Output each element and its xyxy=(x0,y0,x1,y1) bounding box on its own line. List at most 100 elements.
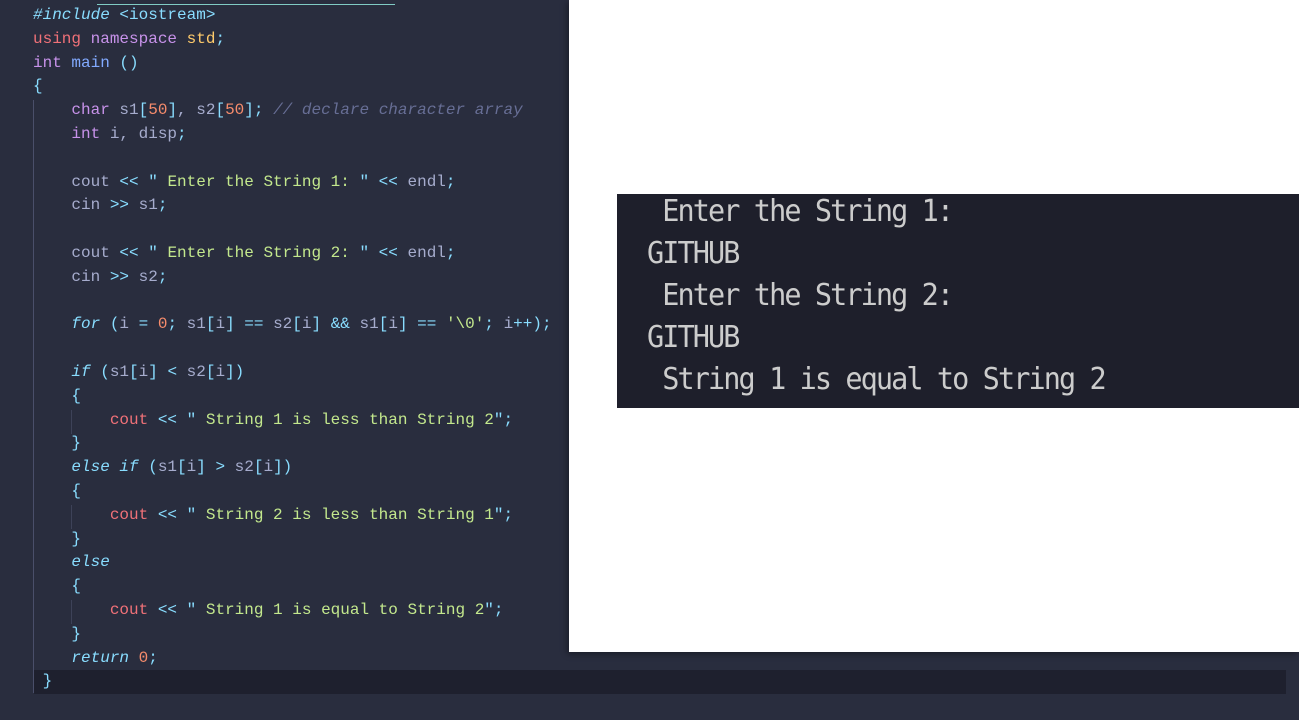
code-token: ( xyxy=(100,362,110,381)
code-line[interactable]: cout << " String 1 is less than String 2… xyxy=(33,409,552,433)
code-line[interactable]: { xyxy=(33,75,552,99)
code-token: 0 xyxy=(157,315,168,334)
code-line[interactable]: cout << " Enter the String 2: " << endl; xyxy=(33,242,552,266)
code-token: [ xyxy=(292,315,302,334)
code-line[interactable]: int main () xyxy=(33,52,552,76)
code-token: << xyxy=(157,505,187,524)
code-line[interactable] xyxy=(33,290,552,314)
code-token: endl xyxy=(407,172,446,191)
code-line[interactable]: } xyxy=(33,432,552,456)
code-token: i xyxy=(503,315,514,334)
code-line[interactable]: char s1[50], s2[50]; // declare characte… xyxy=(33,99,552,123)
code-token: std xyxy=(186,29,216,48)
code-line[interactable]: cin >> s2; xyxy=(33,266,552,290)
code-token: >> xyxy=(109,267,139,286)
code-token: s2 xyxy=(273,315,293,334)
code-token: i xyxy=(186,458,197,477)
code-line[interactable]: int i, disp; xyxy=(33,123,552,147)
code-token: = xyxy=(138,315,158,334)
code-token: s1 xyxy=(109,362,130,381)
code-token: i xyxy=(263,458,274,477)
code-token: 50 xyxy=(225,101,245,120)
code-line[interactable]: cout << " Enter the String 1: " << endl; xyxy=(33,171,552,195)
code-line[interactable]: cout << " String 1 is equal to String 2"… xyxy=(33,599,552,623)
code-token: using xyxy=(33,29,91,48)
code-line[interactable]: return 0; xyxy=(33,647,552,671)
code-line[interactable]: { xyxy=(33,385,552,409)
code-token: << xyxy=(378,172,408,191)
code-token: " xyxy=(359,243,379,262)
code-token: namespace xyxy=(90,29,187,48)
code-editor[interactable]: #include <iostream> using namespace std; i… xyxy=(33,4,552,694)
code-token: String 1 is less than String 2 xyxy=(205,410,494,429)
code-line[interactable]: else if (s1[i] > s2[i]) xyxy=(33,456,552,480)
code-line[interactable]: } xyxy=(33,623,552,647)
code-token: #include xyxy=(33,6,120,24)
code-token: ] xyxy=(167,101,178,120)
code-token: ; xyxy=(157,196,168,215)
code-token: cout xyxy=(109,410,158,429)
code-token: [ xyxy=(129,362,139,381)
code-token: // declare character array xyxy=(273,101,523,120)
code-token: s2 xyxy=(138,267,158,286)
code-token: ; xyxy=(148,648,158,667)
code-token: " xyxy=(186,505,206,524)
code-token: ] xyxy=(196,458,216,477)
code-token: [ xyxy=(138,101,149,120)
code-token: && xyxy=(330,315,360,334)
code-token: } xyxy=(33,434,82,453)
code-token: " xyxy=(148,243,168,262)
code-line[interactable]: cout << " String 2 is less than String 1… xyxy=(33,504,552,528)
code-token: "; xyxy=(484,600,504,619)
code-token: else xyxy=(71,553,110,572)
code-token: ++ xyxy=(513,315,533,334)
code-line[interactable]: if (s1[i] < s2[i]) xyxy=(33,361,552,385)
code-token: ; xyxy=(167,315,187,334)
code-token: cin xyxy=(33,196,110,215)
code-token: [ xyxy=(205,315,216,334)
code-line[interactable]: } xyxy=(33,528,552,552)
code-line[interactable]: #include <iostream> xyxy=(33,4,552,28)
code-token: "; xyxy=(493,410,514,429)
code-line[interactable] xyxy=(33,337,552,361)
code-token: i xyxy=(301,315,312,334)
code-line[interactable] xyxy=(33,218,552,242)
code-line[interactable]: cin >> s1; xyxy=(33,194,552,218)
code-token: << xyxy=(157,410,187,429)
code-line[interactable]: } xyxy=(33,670,552,694)
code-token: if xyxy=(71,362,101,381)
code-line[interactable] xyxy=(33,147,552,171)
code-token: ; xyxy=(445,172,456,191)
code-line[interactable]: for (i = 0; s1[i] == s2[i] && s1[i] == '… xyxy=(33,313,551,337)
code-line[interactable]: { xyxy=(33,575,552,599)
code-token: return xyxy=(71,648,139,667)
code-token: cin xyxy=(33,267,110,286)
code-token: ( xyxy=(109,315,120,334)
code-token: ; xyxy=(484,315,504,334)
code-token: " xyxy=(148,172,168,191)
code-token: i xyxy=(119,315,139,334)
code-line[interactable]: { xyxy=(33,480,552,504)
code-token: i xyxy=(215,315,226,334)
code-token: << xyxy=(157,600,187,619)
code-token: String 1 is equal to String 2 xyxy=(205,600,485,619)
code-token: ; xyxy=(445,243,456,262)
terminal-line: GITHUB xyxy=(647,320,740,355)
code-token: >> xyxy=(109,196,139,215)
code-token: [ xyxy=(378,315,389,334)
code-token: } xyxy=(33,529,82,548)
code-token: " xyxy=(359,172,379,191)
code-token: s1 xyxy=(138,196,158,215)
code-token: ; xyxy=(215,29,226,48)
code-token: ; xyxy=(177,124,187,143)
code-line[interactable]: else xyxy=(33,551,552,575)
code-token: '\0' xyxy=(445,315,485,334)
code-line[interactable]: using namespace std; xyxy=(33,28,552,52)
